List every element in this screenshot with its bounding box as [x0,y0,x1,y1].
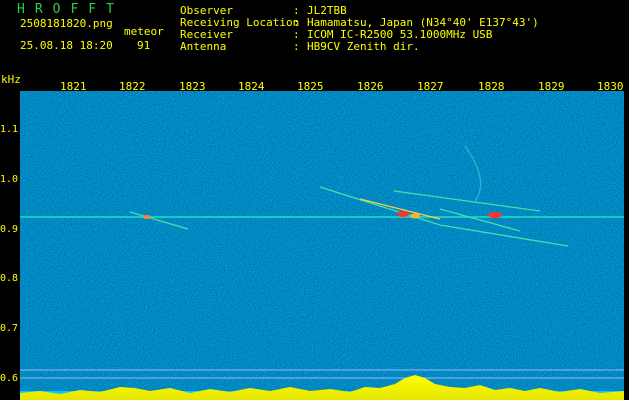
y-tick-0.6: 0.6 [0,373,19,384]
separator: : [293,40,300,53]
detection-count: 91 [137,39,151,52]
y-tick-1.1: 1.1 [0,124,19,135]
datetime: 25.08.18 18:20 [20,39,113,52]
filename: 2508181820.png [20,17,113,30]
y-axis-unit: kHz [1,73,21,86]
y-tick-1.0: 1.0 [0,174,19,185]
y-tick-0.7: 0.7 [0,323,19,334]
y-tick-0.8: 0.8 [0,273,19,284]
mode-label: meteor [124,25,164,38]
spectrogram-noise [20,91,624,400]
header-panel: HROFFT 2508181820.png 25.08.18 18:20 met… [0,0,629,76]
spectrogram [20,91,624,400]
y-tick-0.9: 0.9 [0,224,19,235]
value-antenna: HB9CV Zenith dir. [307,40,420,53]
label-antenna: Antenna [180,40,227,53]
app-logo: HROFFT [17,2,124,17]
